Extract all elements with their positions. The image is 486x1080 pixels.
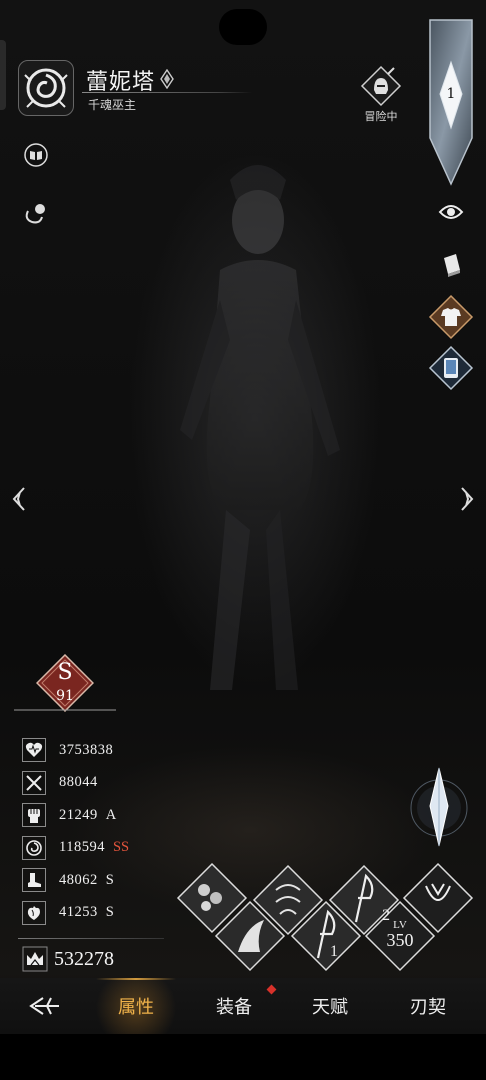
stat-grade: S [105,871,114,888]
stat-row-power[interactable]: 21249 A [22,799,202,832]
character-level: 91 [56,688,74,704]
soul-crystal-icon[interactable] [402,766,476,848]
stat-value: 88044 [59,774,98,791]
combat-power-value: 532278 [54,947,114,970]
stat-grade: S [105,904,114,921]
next-character-arrow-icon[interactable] [458,486,476,512]
scroll-icon [444,254,460,277]
rank-banner[interactable] [428,18,474,186]
heart-icon [22,738,46,763]
tab-talent[interactable]: 天赋 [290,978,370,1034]
gift-button[interactable] [21,198,51,228]
combat-power: 532278 [22,946,114,972]
skill-panel: 2 1 LV 350 [176,862,474,972]
spiral-emblem-icon [24,68,68,108]
previous-character-arrow-icon[interactable] [10,486,28,512]
rarity-letter: S [57,660,73,685]
stat-row-attack[interactable]: 88044 [22,767,202,800]
edge-handle [0,40,6,110]
stat-row-vitality[interactable]: 41253 S [22,897,202,930]
element-diamond-icon [160,69,174,89]
character-silhouette [180,165,340,690]
skill-slot-1-number: 1 [330,943,338,960]
stat-grade: SS [112,839,130,856]
camera-notch [219,9,267,45]
stat-value: 48062 [59,871,98,888]
stat-row-spirit[interactable]: 118594 SS [22,832,202,865]
boot-icon [22,868,46,893]
bottom-safe-area [0,1034,486,1080]
phone-card-icon [428,345,474,391]
adventure-status[interactable]: 冒险中 [358,64,404,124]
back-button[interactable] [18,978,68,1034]
power-divider [18,938,164,939]
fist-icon [22,803,46,828]
codex-button[interactable] [21,140,51,170]
heart-organ-icon [22,900,46,925]
banner-number: 1 [446,86,456,102]
level-value: 350 [387,930,414,950]
title-divider [82,92,252,93]
eye-icon [438,205,464,219]
tab-attributes[interactable]: 属性 [96,978,176,1034]
shirt-icon [428,294,474,340]
stats-panel: 3753838 88044 21249 A 118594 SS 48062 S … [22,734,202,929]
character-title: 千魂巫主 [88,98,137,112]
stat-value: 21249 [59,806,98,823]
stat-value: 41253 [59,904,98,921]
stat-value: 3753838 [59,741,114,758]
ring-gift-icon [25,204,45,224]
skill-slot-2-number: 2 [382,907,390,924]
stat-value: 118594 [59,839,105,856]
card-button[interactable] [428,345,474,391]
back-arrow-icon [29,997,59,1015]
knight-helmet-icon [360,65,402,107]
stat-grade: A [105,806,117,823]
class-emblem-avatar[interactable] [18,60,74,116]
spiral-icon [22,835,46,860]
note-button[interactable] [436,250,466,280]
outfit-button[interactable] [428,294,474,340]
tab-blade-pact[interactable]: 刃契 [388,978,468,1034]
tab-equipment[interactable]: 装备 [194,978,274,1034]
crown-icon [22,946,48,972]
view-toggle-button[interactable] [436,197,466,227]
stat-row-agility[interactable]: 48062 S [22,864,202,897]
stat-row-hp[interactable]: 3753838 [22,734,202,767]
ornament-divider [14,709,116,711]
adventure-label: 冒险中 [364,110,398,123]
crossed-swords-icon [22,770,46,795]
book-icon [24,143,48,167]
